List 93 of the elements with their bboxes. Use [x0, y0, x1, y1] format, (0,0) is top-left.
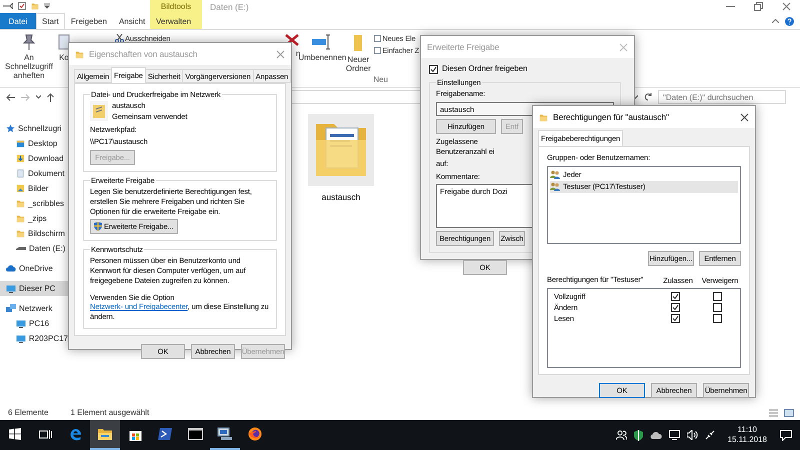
allow-checkbox[interactable] [670, 292, 680, 300]
windows-icon[interactable] [9, 428, 21, 440]
computer-icon [16, 334, 26, 342]
search-field[interactable]: "Daten (E:)" durchsuchen [658, 90, 786, 104]
sidebar-item[interactable]: Netzwerk [0, 301, 68, 316]
pin-button[interactable]: An Schnellzugriff anheften [0, 34, 58, 87]
clock-date[interactable]: 15.11.2018 [728, 435, 767, 445]
checkbox-label: Diesen Ordner freigeben [442, 64, 528, 74]
details-view-icon[interactable] [769, 408, 778, 416]
task-view-icon[interactable] [38, 428, 52, 440]
shield-icon [94, 222, 102, 232]
ribbon-group-label: Neu [373, 75, 388, 84]
users-icon [550, 170, 560, 180]
scissors-icon [115, 34, 124, 43]
computer-icon [6, 284, 16, 292]
allow-checkbox[interactable] [670, 302, 680, 312]
delete-icon [285, 34, 300, 46]
refresh-icon[interactable] [644, 93, 652, 101]
selection-count: 1 Element ausgewählt [70, 408, 150, 417]
download-icon [16, 154, 25, 163]
sidebar-item[interactable]: Bildschirm [0, 226, 68, 241]
computer-icon [16, 320, 26, 328]
people-icon[interactable] [616, 430, 627, 440]
sidebar-item[interactable]: Schnellzugri [0, 121, 68, 136]
sidebar-item[interactable]: Bilder [0, 181, 68, 196]
back-icon[interactable] [6, 94, 15, 100]
folder-icon [75, 50, 84, 58]
ribbon-tab[interactable]: Ansicht [112, 12, 152, 29]
minimize-icon[interactable] [726, 6, 734, 7]
notification-icon[interactable] [780, 430, 792, 440]
file-name: austausch [322, 192, 360, 202]
properties-icon[interactable] [18, 2, 26, 10]
cloud-icon[interactable] [650, 432, 662, 438]
folder-icon [16, 199, 25, 208]
sidebar-item[interactable]: Dokument [0, 166, 68, 181]
sidebar-item[interactable]: Desktop [0, 136, 68, 151]
sidebar-item[interactable]: Dieser PC [0, 281, 68, 296]
deny-checkbox[interactable] [712, 302, 722, 312]
shield-icon[interactable] [634, 430, 643, 440]
item-count: 6 Elemente [8, 408, 48, 417]
deny-checkbox[interactable] [712, 292, 722, 300]
dialog-title: Eigenschaften von austausch [89, 49, 198, 59]
chevron-up-icon[interactable] [772, 19, 779, 23]
network-icon [6, 304, 16, 313]
folder-icon [16, 139, 25, 148]
sidebar-item[interactable]: _scribbles [0, 196, 68, 211]
ribbon-tab[interactable]: Start [36, 12, 65, 29]
thumbnail-view-icon[interactable] [784, 408, 794, 416]
folder-icon [90, 101, 108, 122]
deny-checkbox[interactable] [712, 314, 722, 322]
pin-icon [22, 34, 36, 50]
sidebar-item[interactable]: PC16 [0, 316, 68, 331]
folder-icon [16, 229, 25, 238]
star-icon [6, 124, 15, 133]
browser-icon[interactable] [68, 428, 82, 440]
link-icon[interactable] [704, 430, 715, 440]
close-icon[interactable] [740, 112, 749, 122]
speaker-icon[interactable] [686, 430, 698, 440]
restore-icon[interactable] [754, 2, 762, 11]
document-icon [58, 34, 70, 50]
fox-globe-icon[interactable] [248, 427, 262, 441]
console-icon[interactable] [188, 428, 202, 440]
clock-time[interactable]: 11:10 [738, 425, 757, 435]
sidebar-item[interactable]: OneDrive [0, 261, 68, 276]
up-icon[interactable] [47, 92, 54, 102]
dialog-title: Erweiterte Freigabe [427, 42, 500, 52]
allow-checkbox[interactable] [670, 314, 680, 322]
folder-icon [539, 112, 548, 122]
users-icon [550, 182, 560, 192]
folder-icon [16, 214, 25, 223]
terminal-icon[interactable] [158, 428, 172, 440]
sidebar-item[interactable]: _zips [0, 211, 68, 226]
cloud-icon [6, 265, 16, 272]
sidebar-item[interactable]: Daten (E:) [0, 241, 68, 256]
window-title: Daten (E:) [210, 2, 250, 12]
sidebar-item[interactable]: Download [0, 151, 68, 166]
new-folder-icon [31, 2, 39, 10]
computer-icon[interactable] [217, 427, 233, 441]
document-icon [16, 169, 25, 178]
help-icon[interactable] [785, 16, 794, 26]
ribbon-tab[interactable]: Datei [0, 12, 36, 29]
ribbon-tab[interactable]: Freigeben [64, 12, 113, 29]
folder-icon [353, 34, 364, 52]
picture-icon [16, 184, 25, 193]
drive-icon [16, 246, 26, 252]
close-icon[interactable] [782, 2, 790, 11]
folder-icon[interactable] [98, 428, 112, 440]
context-tab-header: Bildtools [160, 0, 192, 13]
share-checkbox[interactable] [429, 64, 438, 74]
pin-icon[interactable] [3, 3, 13, 10]
monitor-icon[interactable] [668, 430, 680, 440]
dropdown-icon[interactable] [44, 3, 50, 10]
sidebar-item[interactable]: R203PC17 [0, 331, 68, 346]
